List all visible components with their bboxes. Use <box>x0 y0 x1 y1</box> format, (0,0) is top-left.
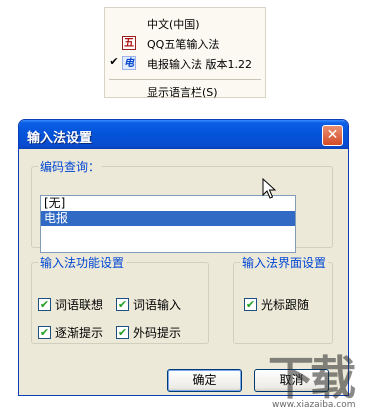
menu-item-label: 显示语言栏(S) <box>147 86 218 99</box>
dianbao-icon: 电 <box>122 56 136 70</box>
interface-settings-legend: 输入法界面设置 <box>242 256 327 270</box>
menu-item-chinese[interactable]: 中文(中国) <box>105 14 265 32</box>
menu-item-label: 电报输入法 版本1.22 <box>147 58 252 71</box>
code-query-group: 编码查询： [无] 电报 <box>31 158 333 253</box>
checkbox-label: 外码提示 <box>133 326 182 340</box>
menu-separator <box>109 79 261 80</box>
close-button[interactable]: ✕ <box>322 125 343 146</box>
checkmark-icon: ✔ <box>109 55 119 68</box>
title-bar[interactable]: 输入法设置 ✕ <box>19 120 348 149</box>
close-icon: ✕ <box>326 127 339 143</box>
watermark-url: www.xiazaiba.com <box>272 400 356 410</box>
list-item-selected[interactable]: 电报 <box>41 211 295 226</box>
watermark-text: 下载 <box>268 351 356 405</box>
watermark-logo: 下载 www.xiazaiba.com <box>268 352 368 414</box>
menu-item-qq-wubi[interactable]: 五 QQ五笔输入法 <box>105 34 265 52</box>
checkbox-checked-icon[interactable]: ✔ <box>38 326 51 339</box>
checkbox-label: 光标跟随 <box>261 298 310 312</box>
menu-item-label: QQ五笔输入法 <box>147 38 220 51</box>
menu-item-show-language-bar[interactable]: 显示语言栏(S) <box>105 82 265 100</box>
code-query-legend: 编码查询： <box>40 160 101 174</box>
language-menu: 中文(中国) 五 QQ五笔输入法 ✔ 电 电报输入法 版本1.22 显示语言栏(… <box>104 7 266 100</box>
code-query-listbox[interactable]: [无] 电报 <box>40 195 296 253</box>
wubi-icon: 五 <box>122 36 136 50</box>
function-settings-group: 输入法功能设置 ✔ 词语联想 ✔ 词语输入 ✔ 逐渐提示 ✔ 外码提示 <box>31 254 209 344</box>
dialog-title: 输入法设置 <box>27 131 93 146</box>
menu-item-dianbao[interactable]: ✔ 电 电报输入法 版本1.22 <box>105 54 265 72</box>
checkbox-label: 词语联想 <box>55 298 104 312</box>
function-settings-legend: 输入法功能设置 <box>40 256 125 270</box>
checkbox-label: 词语输入 <box>133 298 182 312</box>
checkbox-checked-icon[interactable]: ✔ <box>38 298 51 311</box>
checkbox-checked-icon[interactable]: ✔ <box>244 298 257 311</box>
ok-button[interactable]: 确定 <box>167 369 242 392</box>
list-item[interactable]: [无] <box>41 196 295 211</box>
interface-settings-group: 输入法界面设置 ✔ 光标跟随 <box>233 254 333 344</box>
checkbox-checked-icon[interactable]: ✔ <box>116 326 129 339</box>
checkbox-label: 逐渐提示 <box>55 326 104 340</box>
menu-item-label: 中文(中国) <box>147 18 200 31</box>
mouse-pointer-icon <box>262 178 277 199</box>
checkbox-checked-icon[interactable]: ✔ <box>116 298 129 311</box>
